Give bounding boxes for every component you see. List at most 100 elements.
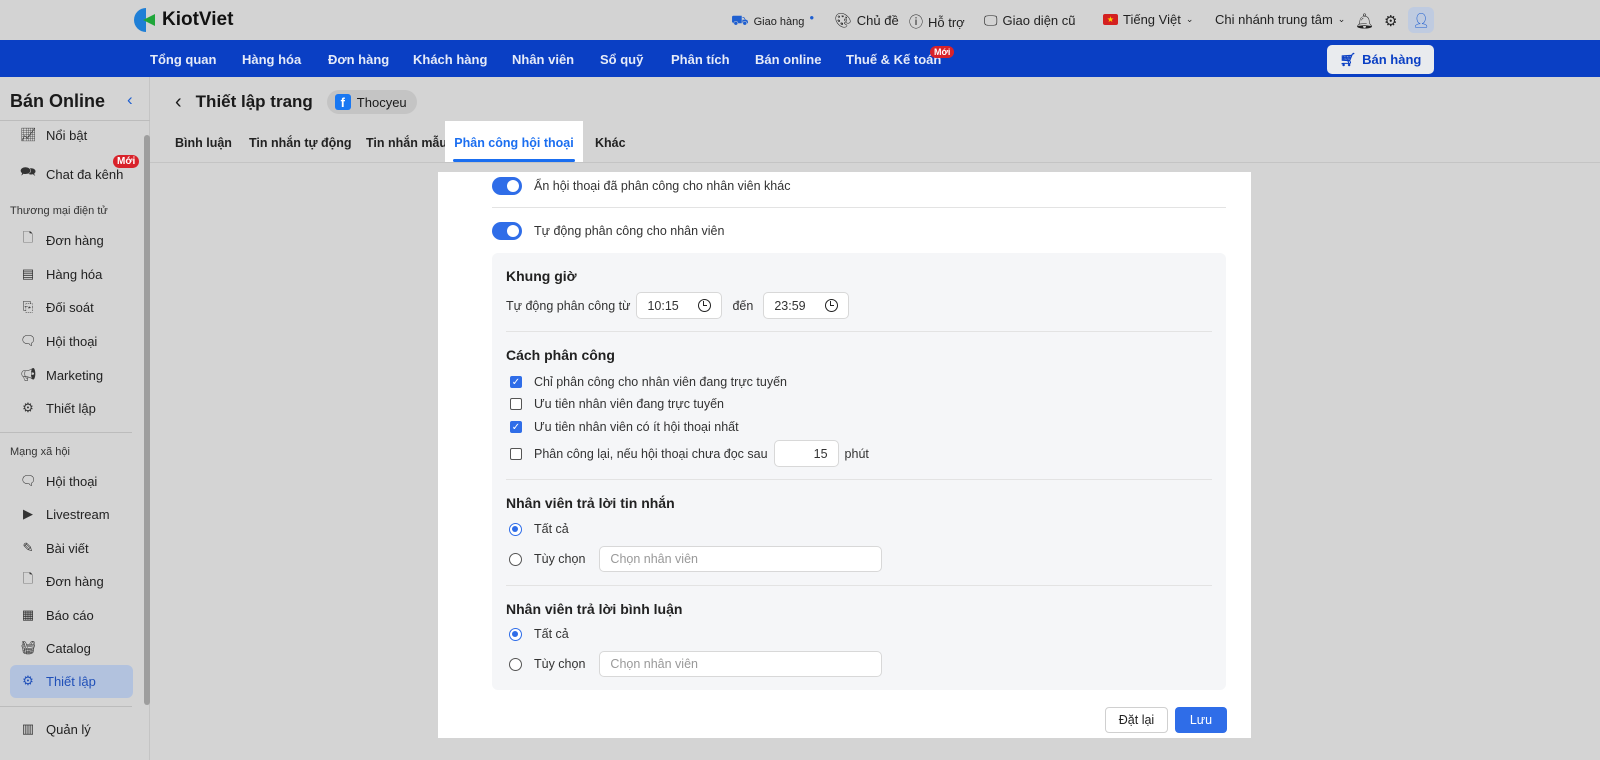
sidebar-item-posts[interactable]: ✎ Bài viết bbox=[20, 533, 133, 563]
checkbox-checked[interactable]: ✓ bbox=[510, 376, 522, 388]
sidebar-item-label: Hội thoại bbox=[46, 333, 98, 349]
divider bbox=[0, 706, 132, 707]
sidebar-item-ecom-orders[interactable]: 🗋 Đơn hàng bbox=[20, 225, 133, 255]
nav-orders[interactable]: Đơn hàng bbox=[328, 52, 389, 67]
clock-icon bbox=[825, 299, 839, 312]
shipping-link[interactable]: ⛟ Giao hàng ● bbox=[731, 12, 814, 31]
language-select[interactable]: ★ Tiếng Việt ⌄ bbox=[1103, 12, 1193, 27]
collapse-sidebar-icon[interactable]: ‹ bbox=[127, 90, 133, 110]
sidebar-item-marketing[interactable]: 📢︎ Marketing bbox=[20, 360, 133, 390]
method-option[interactable]: ✓ Ưu tiên nhân viên có ít hội thoại nhất bbox=[510, 420, 739, 434]
sidebar-item-highlights[interactable]: 📈︎ Nổi bật bbox=[20, 120, 133, 150]
sidebar-item-label: Marketing bbox=[46, 367, 104, 383]
reply-messages-custom[interactable]: Tùy chọn Chọn nhân viên bbox=[509, 546, 883, 572]
dashboard-icon: ▥ bbox=[21, 721, 35, 736]
chart-icon: 📈︎ bbox=[20, 127, 37, 142]
radio-selected[interactable] bbox=[509, 627, 522, 641]
sidebar-item-ecom-products[interactable]: ▤ Hàng hóa bbox=[20, 259, 133, 289]
checkbox[interactable] bbox=[510, 447, 522, 460]
page-chip[interactable]: f Thocyeu bbox=[326, 90, 417, 114]
from-time-input[interactable]: 10:15 bbox=[636, 292, 723, 319]
bell-icon[interactable]: 🔔︎ bbox=[1355, 12, 1374, 30]
tab-auto-messages[interactable]: Tin nhắn tự động bbox=[249, 136, 352, 150]
message-icon: 🗨 bbox=[20, 333, 37, 348]
user-avatar[interactable]: 👤︎ bbox=[1408, 7, 1434, 33]
nav-overview[interactable]: Tổng quan bbox=[150, 52, 216, 67]
sell-label: Bán hàng bbox=[1362, 52, 1422, 67]
radio[interactable] bbox=[509, 552, 522, 566]
nav-products[interactable]: Hàng hóa bbox=[242, 52, 301, 67]
vietnam-flag-icon: ★ bbox=[1103, 14, 1118, 25]
to-time-input[interactable]: 23:59 bbox=[763, 292, 850, 319]
sidebar-item-label: Hàng hóa bbox=[46, 266, 103, 282]
support-link[interactable]: ⓘ Hỗ trợ bbox=[909, 12, 965, 32]
kiotviet-logo[interactable]: KiotViet bbox=[134, 8, 233, 32]
nav-staff[interactable]: Nhân viên bbox=[512, 52, 574, 67]
sell-button[interactable]: 🛒︎ Bán hàng bbox=[1327, 45, 1434, 74]
delivery-icon: ⛟ bbox=[731, 12, 749, 28]
staff-select[interactable]: Chọn nhân viên bbox=[599, 651, 883, 677]
checkbox-checked[interactable]: ✓ bbox=[510, 421, 522, 433]
tab-other[interactable]: Khác bbox=[595, 136, 626, 150]
reset-button[interactable]: Đặt lại bbox=[1105, 707, 1168, 733]
hide-assigned-toggle[interactable] bbox=[492, 177, 522, 195]
sidebar-item-label: Đối soát bbox=[46, 299, 94, 315]
to-time-value: 23:59 bbox=[774, 298, 806, 313]
sidebar-item-ecom-settings[interactable]: ⚙ Thiết lập bbox=[20, 393, 133, 423]
tab-comments[interactable]: Bình luận bbox=[175, 136, 232, 150]
branch-select[interactable]: Chi nhánh trung tâm ⌄ bbox=[1215, 12, 1345, 27]
sidebar-item-ecom-conversations[interactable]: 🗨 Hội thoại bbox=[20, 326, 133, 356]
nav-online-sales[interactable]: Bán online bbox=[755, 52, 821, 67]
old-ui-link[interactable]: 🖵 Giao diện cũ bbox=[984, 12, 1076, 29]
sidebar-item-social-orders[interactable]: 🗋 Đơn hàng bbox=[20, 566, 133, 596]
minutes-input[interactable]: 15 bbox=[773, 440, 839, 467]
to-label: đến bbox=[732, 298, 754, 313]
staff-select[interactable]: Chọn nhân viên bbox=[599, 546, 883, 572]
sidebar-item-reconcile[interactable]: ⎘ Đối soát bbox=[20, 292, 133, 322]
sidebar-item-label: Đơn hàng bbox=[46, 232, 104, 248]
clock-icon bbox=[698, 299, 712, 312]
method-option[interactable]: ✓ Chỉ phân công cho nhân viên đang trực t… bbox=[510, 375, 787, 389]
option-label: Phân công lại, nếu hội thoại chưa đọc sa… bbox=[534, 446, 768, 461]
method-option[interactable]: Phân công lại, nếu hội thoại chưa đọc sa… bbox=[510, 440, 869, 467]
radio-label: Tùy chọn bbox=[534, 552, 586, 566]
minutes-value: 15 bbox=[813, 446, 828, 461]
video-icon: ▶ bbox=[23, 506, 33, 521]
sidebar-item-reports[interactable]: ▦ Báo cáo bbox=[20, 600, 133, 630]
staff-select-placeholder: Chọn nhân viên bbox=[610, 657, 698, 671]
nav-tax-accounting[interactable]: Thuế & Kế toán bbox=[846, 52, 941, 67]
sidebar-item-catalog[interactable]: 🧺︎ Catalog bbox=[20, 633, 133, 663]
nav-analytics[interactable]: Phân tích bbox=[671, 52, 730, 67]
reply-comments-all[interactable]: Tất cả bbox=[509, 627, 569, 641]
nav-cashbook[interactable]: Sổ quỹ bbox=[600, 52, 643, 67]
method-option[interactable]: Ưu tiên nhân viên đang trực tuyến bbox=[510, 397, 724, 411]
hide-assigned-row: Ẩn hội thoại đã phân công cho nhân viên … bbox=[492, 177, 790, 195]
theme-link[interactable]: 🎨︎ Chủ đề bbox=[834, 12, 899, 29]
sidebar-item-label: Bài viết bbox=[46, 540, 89, 556]
sidebar-item-manage[interactable]: ▥ Quản lý bbox=[20, 714, 133, 744]
save-button[interactable]: Lưu bbox=[1175, 707, 1227, 733]
page-title: Thiết lập trang bbox=[195, 92, 313, 111]
reply-messages-all[interactable]: Tất cả bbox=[509, 522, 569, 536]
sidebar-scrollbar[interactable] bbox=[144, 135, 150, 705]
back-icon[interactable]: ‹ bbox=[175, 91, 182, 114]
gear-icon: ⚙ bbox=[22, 673, 34, 688]
sidebar-item-label: Nổi bật bbox=[46, 127, 88, 143]
gear-icon[interactable]: ⚙ bbox=[1384, 12, 1397, 30]
tab-conversation-assignment[interactable]: Phân công hội thoại bbox=[445, 121, 583, 163]
reply-comments-custom[interactable]: Tùy chọn Chọn nhân viên bbox=[509, 651, 883, 677]
radio-label: Tất cả bbox=[534, 627, 569, 641]
sidebar-item-social-conversations[interactable]: 🗨 Hội thoại bbox=[20, 466, 133, 496]
branch-label: Chi nhánh trung tâm bbox=[1215, 12, 1333, 27]
sidebar-item-livestream[interactable]: ▶ Livestream bbox=[20, 499, 133, 529]
auto-assign-toggle[interactable] bbox=[492, 222, 522, 240]
nav-customers[interactable]: Khách hàng bbox=[413, 52, 487, 67]
document-icon: 🗋 bbox=[22, 230, 34, 245]
tab-template-messages[interactable]: Tin nhắn mẫu bbox=[366, 136, 447, 150]
radio-selected[interactable] bbox=[509, 522, 522, 536]
toggle-label: Tự động phân công cho nhân viên bbox=[534, 224, 725, 238]
time-frame-row: Tự động phân công từ 10:15 đến 23:59 bbox=[506, 292, 850, 319]
checkbox[interactable] bbox=[510, 398, 522, 410]
sidebar-item-social-settings[interactable]: ⚙ Thiết lập bbox=[20, 666, 133, 696]
radio[interactable] bbox=[509, 657, 522, 671]
